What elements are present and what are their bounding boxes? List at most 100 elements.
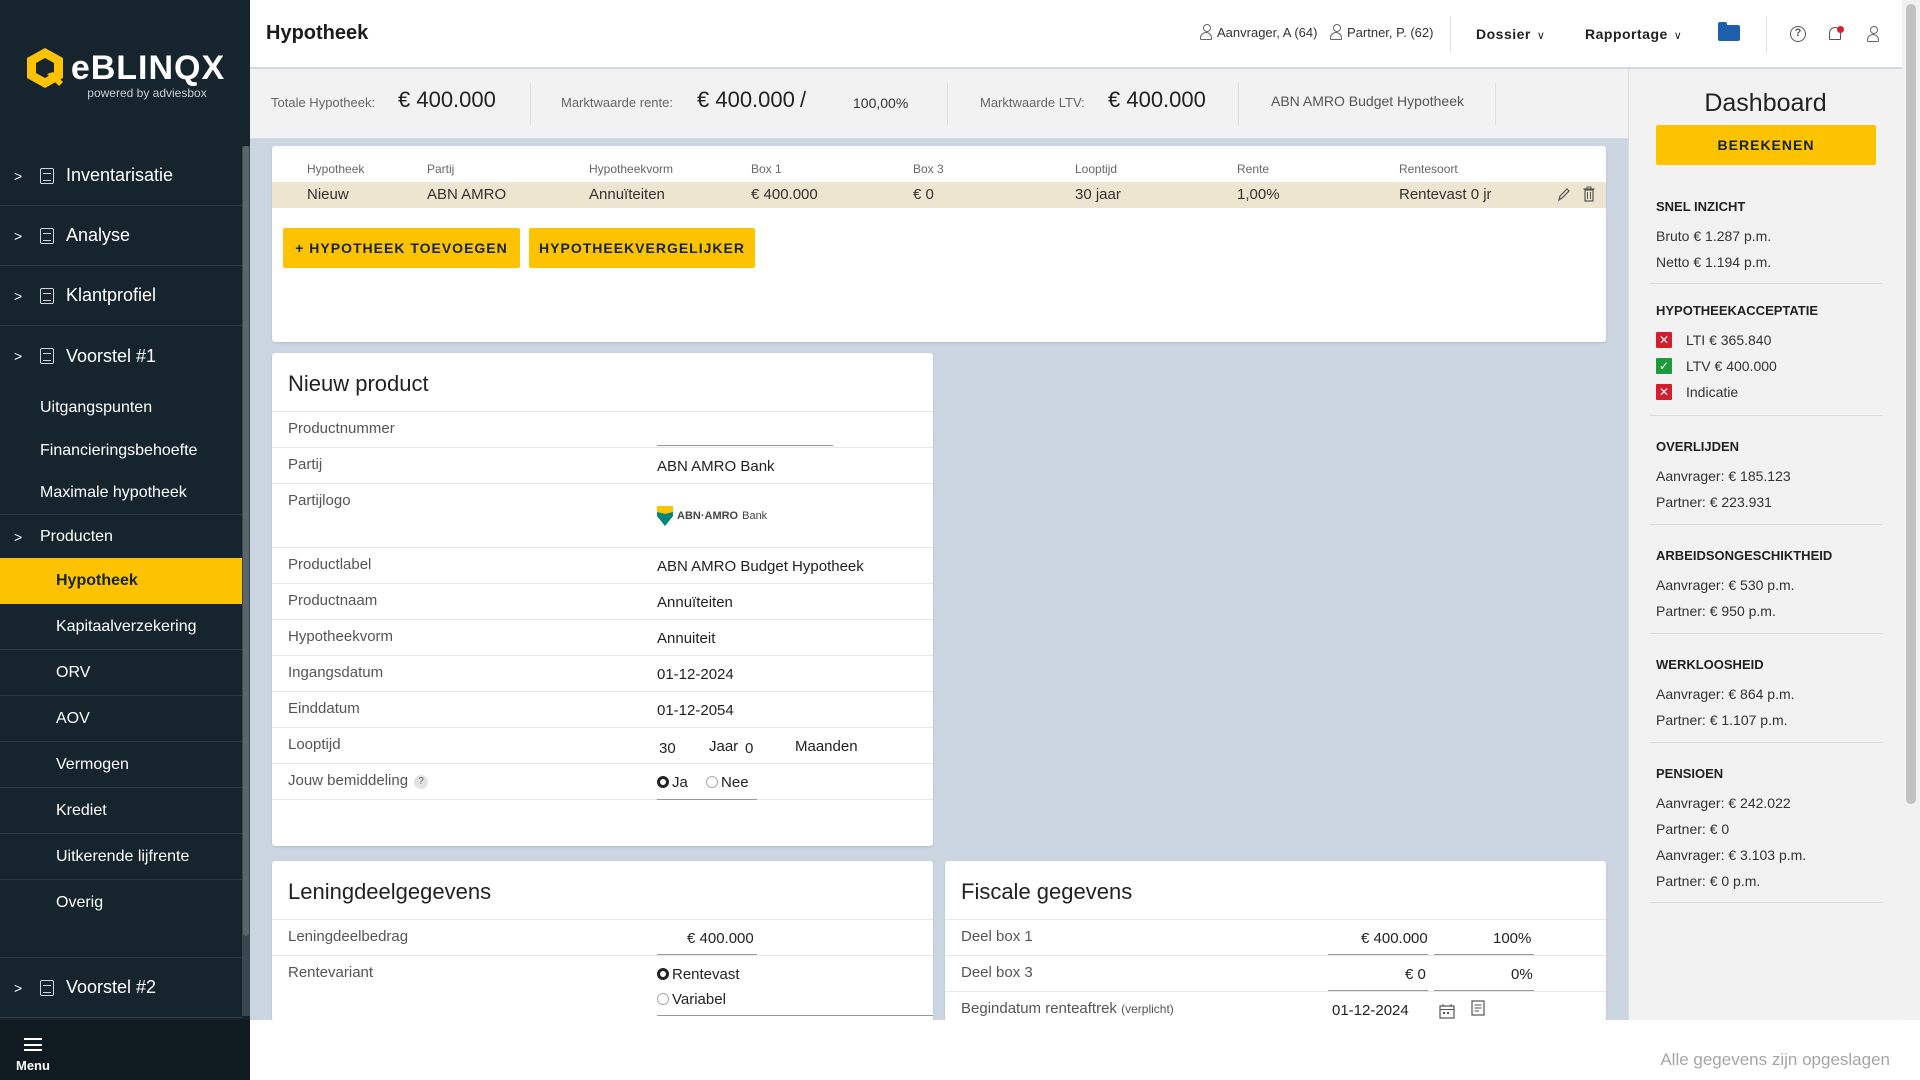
radio-nee[interactable] bbox=[706, 776, 719, 788]
sidebar-item-label: Inventarisatie bbox=[66, 165, 174, 185]
field-rentevariant: Rentevariant Rentevast Variabel bbox=[272, 955, 933, 1021]
sidebar-product-kapitaalverzekering[interactable]: Kapitaalverzekering bbox=[0, 604, 242, 650]
field-deel-box-3: Deel box 3 € 0 0% bbox=[945, 955, 1606, 991]
pencil-icon[interactable] bbox=[1557, 186, 1571, 202]
person-icon bbox=[1200, 24, 1212, 40]
field-label: Looptijd bbox=[288, 736, 341, 753]
sidebar-scrollbar[interactable] bbox=[242, 146, 250, 1016]
sidebar-scrollbar-thumb[interactable] bbox=[243, 146, 249, 936]
section-heading: ARBEIDSONGESCHIKTHEID bbox=[1656, 548, 1833, 563]
bemiddeling-radio-group: Ja Nee bbox=[657, 774, 749, 791]
profile-document-icon bbox=[40, 287, 54, 304]
add-mortgage-button[interactable]: + HYPOTHEEK TOEVOEGEN bbox=[283, 228, 520, 268]
sidebar-divider bbox=[0, 926, 242, 958]
rapportage-menu[interactable]: Rapportage ∨ bbox=[1585, 26, 1682, 42]
dossier-menu[interactable]: Dossier ∨ bbox=[1476, 26, 1545, 42]
mortgage-comparer-button[interactable]: HYPOTHEEKVERGELIJKER bbox=[529, 228, 755, 268]
sidebar-item-label: Voorstel #1 bbox=[66, 345, 157, 366]
radio-ja[interactable] bbox=[657, 776, 669, 788]
calculate-button[interactable]: BEREKENEN bbox=[1656, 125, 1876, 165]
input-underline bbox=[657, 1015, 933, 1016]
new-product-card: Nieuw product Productnummer Partij ABN A… bbox=[272, 353, 933, 846]
unemployment-section[interactable]: WERKLOOSHEID Aanvrager: € 864 p.m. Partn… bbox=[1656, 657, 1876, 733]
looptijd-jaar-input[interactable]: 30 bbox=[659, 740, 676, 757]
box1-percentage-input[interactable]: 100% bbox=[1493, 930, 1531, 947]
table-cell: ABN AMRO bbox=[427, 186, 507, 203]
footer: Alle gegevens zijn opgeslagen bbox=[250, 1020, 1920, 1080]
acceptance-label: Indicatie bbox=[1686, 384, 1739, 400]
sidebar-item-uitgangspunten[interactable]: Uitgangspunten bbox=[0, 386, 242, 429]
sidebar-item-klantprofiel[interactable]: > Klantprofiel bbox=[0, 266, 242, 326]
divider bbox=[947, 83, 948, 125]
logo-tagline: powered by adviesbox bbox=[87, 86, 207, 100]
hamburger-icon bbox=[24, 1038, 42, 1051]
sidebar-product-vermogen[interactable]: Vermogen bbox=[0, 742, 242, 788]
sidebar-item-maximale-hypotheek[interactable]: Maximale hypotheek bbox=[0, 472, 242, 515]
radio-variabel[interactable] bbox=[657, 993, 669, 1005]
sidebar-item-analyse[interactable]: > Analyse bbox=[0, 206, 242, 266]
box3-percentage-input[interactable]: 0% bbox=[1511, 966, 1533, 983]
partner-value: Partner: € 223.931 bbox=[1656, 494, 1772, 510]
table-cell: 30 jaar bbox=[1075, 186, 1121, 203]
acceptance-label: LTI € 365.840 bbox=[1686, 332, 1772, 348]
field-label-text: Begindatum renteaftrek bbox=[961, 1000, 1117, 1017]
sidebar-product-krediet[interactable]: Krediet bbox=[0, 788, 242, 834]
sidebar-item-producten[interactable]: > Producten bbox=[0, 515, 242, 558]
page-scrollbar[interactable] bbox=[1902, 0, 1920, 1020]
productnaam-value: Annuïteiten bbox=[657, 594, 733, 611]
sidebar-product-hypotheek[interactable]: Hypotheek bbox=[0, 558, 242, 604]
sidebar-item-financieringsbehoefte[interactable]: Financieringsbehoefte bbox=[0, 429, 242, 472]
column-header: Partij bbox=[427, 162, 455, 176]
leningdeelbedrag-input[interactable]: € 400.000 bbox=[687, 930, 754, 947]
sidebar-item-inventarisatie[interactable]: > Inventarisatie bbox=[0, 146, 242, 206]
menu-button[interactable]: Menu bbox=[0, 1020, 250, 1080]
column-header: Looptijd bbox=[1075, 162, 1118, 176]
acceptance-ltv: ✓ LTV € 400.000 bbox=[1656, 353, 1876, 379]
partner-value: Partner: € 950 p.m. bbox=[1656, 603, 1776, 619]
partner-value: Partner: € 1.107 p.m. bbox=[1656, 712, 1788, 728]
blinqx-logo-icon bbox=[26, 48, 63, 88]
sidebar-product-uitkerende-lijfrente[interactable]: Uitkerende lijfrente bbox=[0, 834, 242, 880]
chevron-down-icon: ∨ bbox=[1673, 30, 1683, 42]
calendar-icon[interactable] bbox=[1439, 1003, 1455, 1019]
logo-text: Bank bbox=[742, 510, 768, 522]
box1-amount-input[interactable]: € 400.000 bbox=[1361, 930, 1428, 947]
partner-indicator[interactable]: Partner, P. (62) bbox=[1330, 24, 1433, 40]
help-icon[interactable]: ? bbox=[1790, 26, 1806, 42]
notes-icon[interactable] bbox=[1470, 1000, 1486, 1016]
field-partijlogo: Partijlogo ABN·AMRO Bank bbox=[272, 483, 933, 547]
applicant-indicator[interactable]: Aanvrager, A (64) bbox=[1200, 24, 1317, 40]
sidebar-item-voorstel-1[interactable]: > Voorstel #1 bbox=[0, 326, 242, 386]
rentevariant-option-1[interactable]: Rentevast bbox=[657, 966, 740, 983]
folder-icon[interactable] bbox=[1718, 22, 1740, 41]
help-icon[interactable]: ? bbox=[414, 775, 429, 789]
sidebar-product-aov[interactable]: AOV bbox=[0, 696, 242, 742]
radio-rentevast[interactable] bbox=[657, 968, 669, 980]
table-row[interactable]: Nieuw ABN AMRO Annuïteiten € 400.000 € 0… bbox=[272, 182, 1606, 208]
notification-bell-icon[interactable] bbox=[1827, 26, 1844, 42]
jaar-unit: Jaar bbox=[709, 738, 739, 755]
pension-section[interactable]: PENSIOEN Aanvrager: € 242.022 Partner: €… bbox=[1656, 766, 1876, 894]
quick-insight-section: SNEL INZICHT Bruto € 1.287 p.m. Netto € … bbox=[1656, 199, 1876, 275]
net-monthly: Netto € 1.194 p.m. bbox=[1656, 254, 1772, 270]
rentevariant-option-2[interactable]: Variabel bbox=[657, 991, 726, 1008]
box3-amount-input[interactable]: € 0 bbox=[1405, 966, 1426, 983]
trash-icon[interactable] bbox=[1583, 186, 1595, 202]
document-icon bbox=[40, 167, 54, 184]
rapportage-label: Rapportage bbox=[1585, 26, 1668, 42]
user-account-icon[interactable] bbox=[1867, 26, 1879, 47]
logo[interactable]: eBLINQX powered by adviesbox bbox=[0, 0, 250, 146]
disability-section[interactable]: ARBEIDSONGESCHIKTHEID Aanvrager: € 530 p… bbox=[1656, 548, 1876, 624]
chevron-right-icon: > bbox=[14, 287, 23, 304]
sidebar-product-orv[interactable]: ORV bbox=[0, 650, 242, 696]
death-section[interactable]: OVERLIJDEN Aanvrager: € 185.123 Partner:… bbox=[1656, 439, 1876, 515]
mortgage-acceptance-section[interactable]: HYPOTHEEKACCEPTATIE ✕ LTI € 365.840 ✓ LTV … bbox=[1656, 303, 1876, 405]
sidebar-item-voorstel-2[interactable]: > Voorstel #2 bbox=[0, 958, 242, 1018]
sidebar-product-overig[interactable]: Overig bbox=[0, 880, 242, 926]
page-scrollbar-thumb[interactable] bbox=[1906, 4, 1916, 804]
chevron-right-icon: > bbox=[14, 348, 23, 364]
input-underline bbox=[657, 445, 833, 446]
begindatum-input[interactable]: 01-12-2024 bbox=[1332, 1002, 1409, 1019]
divider bbox=[1650, 742, 1882, 743]
looptijd-maanden-input[interactable]: 0 bbox=[745, 740, 753, 757]
